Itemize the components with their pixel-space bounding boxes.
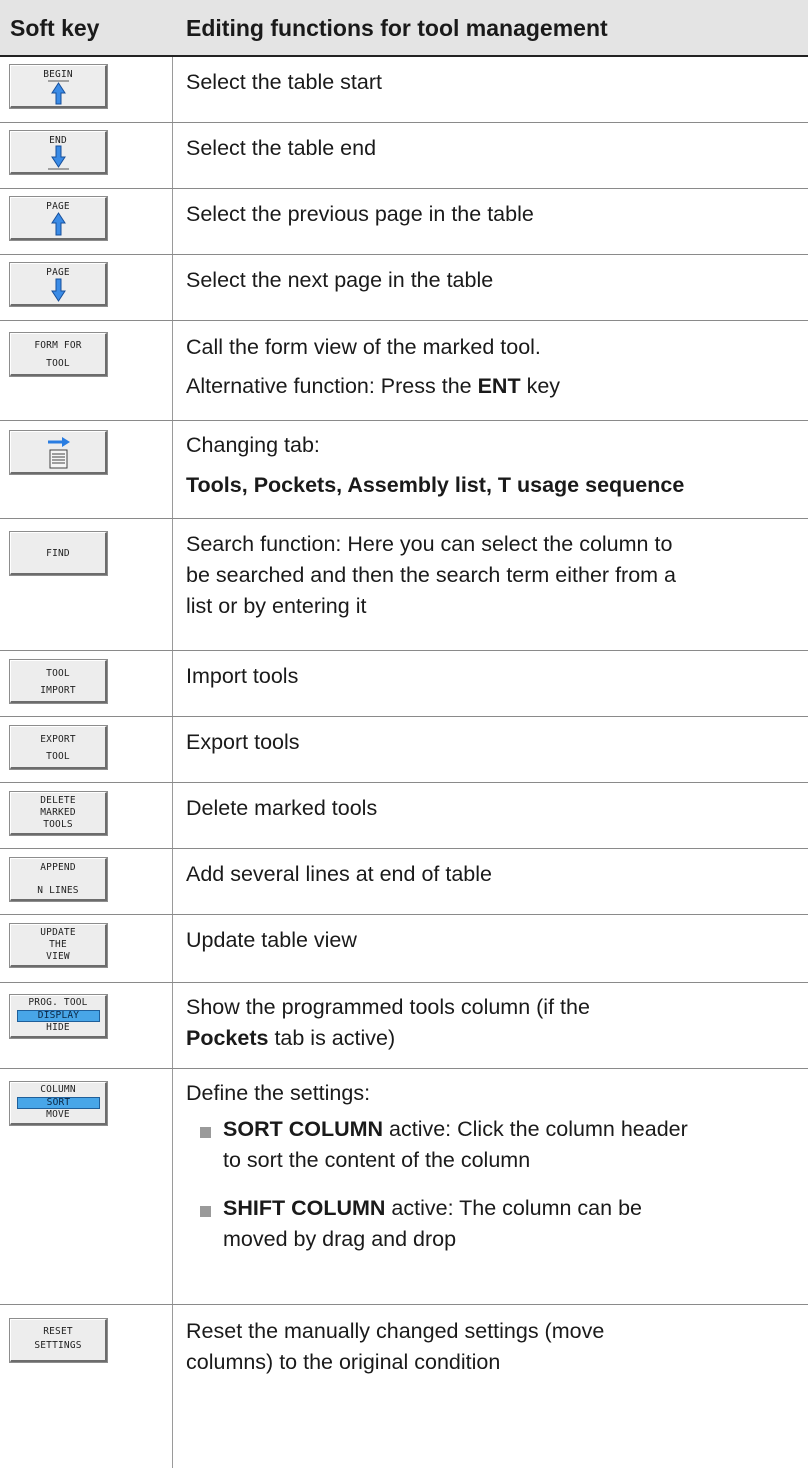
bullet-marker — [200, 1206, 211, 1217]
softkey-label: TOOL — [46, 358, 70, 369]
table-header: Soft key Editing functions for tool mana… — [0, 0, 808, 57]
softkey-label: HIDE — [46, 1022, 70, 1033]
table-row: PROG. TOOL DISPLAY HIDE Show the program… — [0, 983, 808, 1069]
row-description: Select the table start — [186, 70, 382, 94]
table-row: UPDATE THE VIEW Update table view — [0, 915, 808, 983]
softkey-label: EXPORT — [40, 734, 76, 745]
ent-key-label: ENT — [477, 374, 521, 398]
softkey-label-active: DISPLAY — [17, 1010, 100, 1022]
row-description: Call the form view of the marked tool. — [186, 335, 541, 359]
softkey-label: FIND — [46, 548, 70, 559]
page-down-softkey[interactable]: PAGE — [10, 263, 107, 306]
table-row: APPEND N LINES Add several lines at end … — [0, 849, 808, 915]
softkey-label: PROG. TOOL — [28, 997, 88, 1008]
softkey-label: UPDATE — [40, 927, 76, 938]
softkey-label: RESET — [43, 1326, 73, 1337]
softkey-label: VIEW — [46, 951, 70, 962]
tab-pockets: Pockets — [253, 473, 337, 497]
bullet-item: SHIFT COLUMN active: The column can be m… — [223, 1196, 642, 1251]
find-softkey[interactable]: FIND — [10, 532, 107, 575]
softkey-label: COLUMN — [40, 1084, 76, 1095]
prog-tool-display-softkey[interactable]: PROG. TOOL DISPLAY HIDE — [10, 995, 107, 1038]
row-description: Select the previous page in the table — [186, 202, 534, 226]
begin-softkey[interactable]: BEGIN — [10, 65, 107, 108]
row-description: Reset the manually changed settings (mov… — [186, 1319, 605, 1374]
softkey-label: MOVE — [46, 1109, 70, 1120]
tool-import-softkey[interactable]: TOOL IMPORT — [10, 660, 107, 703]
pockets-tab-label: Pockets — [186, 1026, 269, 1050]
row-description: Export tools — [186, 730, 300, 754]
tool-management-table: Soft key Editing functions for tool mana… — [0, 0, 808, 1468]
page-up-softkey[interactable]: PAGE — [10, 197, 107, 240]
row-description: Update table view — [186, 928, 357, 952]
tab-tools: Tools — [186, 473, 242, 497]
bullet-marker — [200, 1127, 211, 1138]
table-row: PAGE Select the next page in the table — [0, 255, 808, 321]
softkey-label: TOOL — [46, 668, 70, 679]
row-description: Delete marked tools — [186, 796, 378, 820]
end-softkey[interactable]: END — [10, 131, 107, 174]
shift-column-label: SHIFT COLUMN — [223, 1196, 386, 1220]
table-row: BEGIN Select the table start — [0, 57, 808, 123]
header-functions: Editing functions for tool management — [186, 15, 608, 41]
bullet-item: SORT COLUMN active: Click the column hea… — [223, 1117, 688, 1172]
table-row: TOOL IMPORT Import tools — [0, 651, 808, 717]
softkey-label: IMPORT — [40, 685, 76, 696]
form-for-tool-softkey[interactable]: FORM FOR TOOL — [10, 333, 107, 376]
arrow-down-icon — [51, 278, 66, 302]
reset-settings-softkey[interactable]: RESET SETTINGS — [10, 1319, 107, 1362]
column-sort-move-softkey[interactable]: COLUMN SORT MOVE — [10, 1082, 107, 1125]
change-tab-softkey[interactable] — [10, 431, 107, 474]
table-row: END Select the table end — [0, 123, 808, 189]
table-row: FIND Search function: Here you can selec… — [0, 519, 808, 651]
row-description: Import tools — [186, 664, 299, 688]
row-description: Show the programmed tools column (if the… — [186, 995, 590, 1050]
row-description: Search function: Here you can select the… — [186, 532, 676, 618]
softkey-label: TOOL — [46, 751, 70, 762]
softkey-label: THE — [49, 939, 67, 950]
arrow-up-icon — [51, 212, 66, 236]
tab-t-usage-sequence: T usage sequence — [497, 473, 685, 497]
tab-list: Tools, Pockets, Assembly list, T usage s… — [186, 473, 685, 497]
table-row: DELETE MARKED TOOLS Delete marked tools — [0, 783, 808, 849]
table-row: FORM FOR TOOL Call the form view of the … — [0, 321, 808, 421]
softkey-label: TOOLS — [43, 819, 73, 830]
row-description: Define the settings: — [186, 1081, 371, 1105]
tab-change-icon — [48, 437, 70, 469]
row-description-alt: Alternative function: Press the ENT key — [186, 374, 561, 398]
append-n-lines-softkey[interactable]: APPEND N LINES — [10, 858, 107, 901]
softkey-label: MARKED — [40, 807, 76, 818]
table-row: COLUMN SORT MOVE Define the settings: SO… — [0, 1069, 808, 1305]
table-row: EXPORT TOOL Export tools — [0, 717, 808, 783]
header-softkey: Soft key — [10, 15, 100, 41]
row-description: Changing tab: — [186, 433, 320, 457]
softkey-label: DELETE — [40, 795, 76, 806]
row-description: Add several lines at end of table — [186, 862, 492, 886]
sort-column-label: SORT COLUMN — [223, 1117, 384, 1141]
tab-assembly-list: Assembly list — [347, 473, 486, 497]
softkey-label: FORM FOR — [34, 340, 82, 351]
row-description: Select the table end — [186, 136, 377, 160]
arrow-down-icon — [48, 145, 69, 170]
update-view-softkey[interactable]: UPDATE THE VIEW — [10, 924, 107, 967]
table-row: RESET SETTINGS Reset the manually change… — [0, 1305, 808, 1468]
softkey-label: APPEND — [40, 862, 76, 873]
softkey-label: N LINES — [37, 885, 79, 896]
row-description: Select the next page in the table — [186, 268, 494, 292]
softkey-label: SETTINGS — [34, 1340, 82, 1351]
delete-marked-tools-softkey[interactable]: DELETE MARKED TOOLS — [10, 792, 107, 835]
table-row: PAGE Select the previous page in the tab… — [0, 189, 808, 255]
export-tool-softkey[interactable]: EXPORT TOOL — [10, 726, 107, 769]
arrow-up-icon — [48, 80, 69, 105]
softkey-label-active: SORT — [17, 1097, 100, 1109]
table-row: Changing tab: Tools, Pockets, Assembly l… — [0, 421, 808, 519]
